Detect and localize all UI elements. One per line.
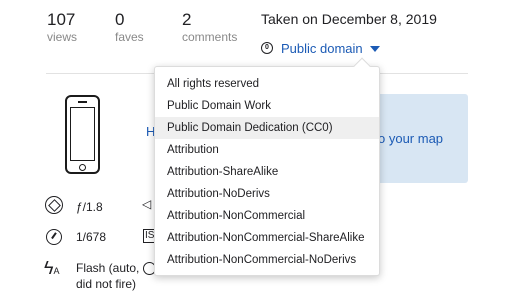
flash-icon: ϟA	[44, 258, 60, 278]
phone-icon	[65, 95, 100, 174]
flash-value: Flash (auto, did not fire)	[76, 261, 140, 291]
faves-label: faves	[115, 30, 144, 44]
license-option-attribution-noncommercial-sharealike[interactable]: Attribution-NonCommercial-ShareAlike	[155, 227, 379, 249]
aperture-value: ƒ/1.8	[76, 200, 103, 214]
faves-count: 0	[115, 10, 125, 29]
license-current: Public domain	[281, 40, 363, 56]
license-menu: All rights reserved Public Domain Work P…	[154, 57, 380, 276]
license-dropdown-button[interactable]: 0 Public domain	[261, 38, 380, 58]
comments-count: 2	[182, 10, 192, 29]
license-option-all-rights-reserved[interactable]: All rights reserved	[155, 73, 379, 95]
license-option-public-domain-work[interactable]: Public Domain Work	[155, 95, 379, 117]
exposure-value: 1/678	[76, 230, 107, 244]
stat-faves: 0 faves	[115, 10, 144, 45]
license-option-attribution-noncommercial[interactable]: Attribution-NonCommercial	[155, 205, 379, 227]
focal-length-icon: ◁	[142, 197, 152, 211]
license-option-cc0[interactable]: Public Domain Dedication (CC0)	[155, 117, 379, 139]
stat-comments: 2 comments	[182, 10, 237, 45]
chevron-down-icon	[369, 45, 380, 52]
views-label: views	[47, 30, 78, 44]
license-option-attribution[interactable]: Attribution	[155, 139, 379, 161]
shutter-speed-icon	[46, 229, 62, 245]
license-option-attribution-sharealike[interactable]: Attribution-ShareAlike	[155, 161, 379, 183]
cc0-icon: 0	[261, 42, 273, 54]
add-to-map-link[interactable]: o your map	[378, 131, 443, 146]
aperture-icon	[45, 196, 63, 214]
views-count: 107	[47, 10, 76, 29]
comments-label: comments	[182, 30, 238, 44]
license-option-attribution-noncommercial-noderivs[interactable]: Attribution-NonCommercial-NoDerivs	[155, 249, 379, 271]
stat-views: 107 views	[47, 10, 77, 45]
license-option-attribution-noderivs[interactable]: Attribution-NoDerivs	[155, 183, 379, 205]
taken-date: Taken on December 8, 2019	[261, 11, 437, 27]
